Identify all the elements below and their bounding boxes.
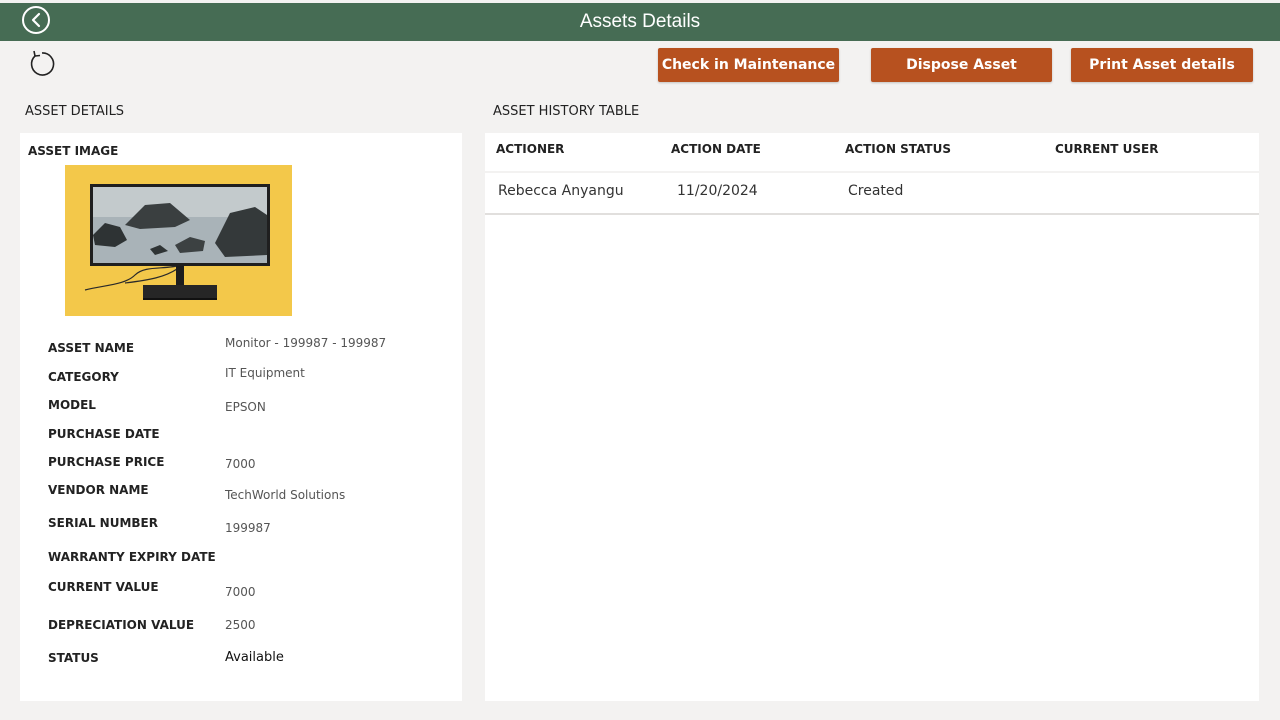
label-current-value: CURRENT VALUE [48, 580, 159, 594]
value-category: IT Equipment [225, 366, 305, 380]
label-category: CATEGORY [48, 370, 119, 384]
row-divider [485, 213, 1259, 215]
value-serial-number: 199987 [225, 521, 271, 535]
value-vendor-name: TechWorld Solutions [225, 488, 346, 502]
label-serial-number: SERIAL NUMBER [48, 516, 158, 530]
label-vendor-name: VENDOR NAME [48, 483, 149, 497]
column-header-current-user[interactable]: CURRENT USER [1055, 142, 1158, 156]
print-asset-details-button[interactable]: Print Asset details [1071, 48, 1253, 82]
label-warranty-expiry-date: WARRANTY EXPIRY DATE [48, 550, 216, 564]
column-header-action-date[interactable]: ACTION DATE [671, 142, 761, 156]
cell-action-date: 11/20/2024 [677, 183, 758, 199]
check-in-maintenance-button[interactable]: Check in Maintenance [658, 48, 839, 82]
value-status: Available [225, 650, 284, 665]
label-purchase-price: PURCHASE PRICE [48, 455, 165, 469]
label-status: STATUS [48, 651, 99, 665]
label-asset-name: ASSET NAME [48, 341, 135, 355]
label-model: MODEL [48, 398, 96, 412]
monitor-photo [65, 165, 292, 316]
page-title: Assets Details [579, 11, 701, 32]
asset-history-table: ACTIONER ACTION DATE ACTION STATUS CURRE… [485, 133, 1259, 701]
header-bar: Assets Details [0, 3, 1280, 41]
dispose-asset-button[interactable]: Dispose Asset [871, 48, 1052, 82]
chevron-left-circle-icon [31, 12, 41, 28]
refresh-icon [30, 50, 55, 76]
cell-actioner: Rebecca Anyangu [498, 183, 624, 199]
value-depreciation-value: 2500 [225, 618, 256, 632]
cell-action-status: Created [848, 183, 904, 199]
value-asset-name: Monitor - 199987 - 199987 [225, 336, 387, 350]
column-header-actioner[interactable]: ACTIONER [496, 142, 564, 156]
value-current-value: 7000 [225, 585, 256, 599]
asset-details-title: ASSET DETAILS [25, 104, 125, 119]
asset-image [65, 165, 292, 316]
label-purchase-date: PURCHASE DATE [48, 427, 160, 441]
column-header-action-status[interactable]: ACTION STATUS [845, 142, 951, 156]
table-header: ACTIONER ACTION DATE ACTION STATUS CURRE… [485, 133, 1259, 171]
label-depreciation-value: DEPRECIATION VALUE [48, 618, 195, 632]
asset-image-title: ASSET IMAGE [28, 144, 119, 158]
asset-history-title: ASSET HISTORY TABLE [493, 104, 640, 119]
asset-details-card: ASSET IMAGE ASSET NAME Monitor - 199987 -… [20, 133, 462, 701]
refresh-button[interactable] [26, 48, 58, 80]
value-purchase-price: 7000 [225, 457, 256, 471]
back-button[interactable] [22, 6, 50, 34]
value-model: EPSON [225, 400, 266, 414]
table-row[interactable]: Rebecca Anyangu 11/20/2024 Created [485, 173, 1259, 213]
